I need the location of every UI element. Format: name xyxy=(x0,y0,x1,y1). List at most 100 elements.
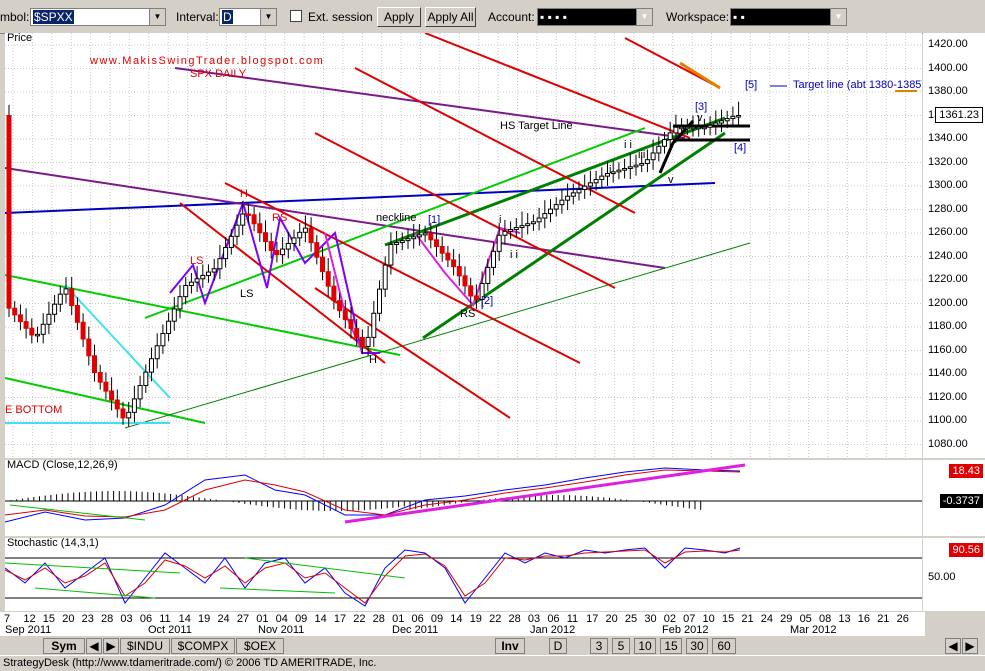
scroll-right-icon[interactable]: ▶ xyxy=(962,638,978,654)
candle-body xyxy=(126,411,132,419)
candle-body xyxy=(542,213,548,219)
symbol-combo[interactable]: $SPXX ▼ xyxy=(30,8,166,26)
candle-body xyxy=(559,199,565,206)
price-tick: 1380.00 xyxy=(928,85,968,97)
price-tick: 1180.00 xyxy=(928,320,967,332)
apply-all-button[interactable]: Apply All xyxy=(425,7,476,27)
stochastic-panel[interactable]: Stochastic (14,3,1) xyxy=(5,538,922,611)
chevron-down-icon[interactable]: ▼ xyxy=(260,9,276,25)
candle-body xyxy=(74,305,80,323)
target-line-label: Target line (abt 1380-1385) xyxy=(793,79,922,91)
price-tick: 1100.00 xyxy=(928,414,967,426)
candle-body xyxy=(730,115,736,120)
long-support-line xyxy=(124,242,751,429)
next-arrow-icon[interactable]: ▶ xyxy=(103,638,119,654)
date-tick: 17 xyxy=(586,613,599,625)
candle-body xyxy=(434,239,439,248)
candle-body xyxy=(302,227,308,233)
current-price-box: 1361.23 xyxy=(935,107,983,123)
tab-inv[interactable]: Inv xyxy=(495,638,525,654)
date-tick: 24 xyxy=(760,613,774,625)
price-tick: 1220.00 xyxy=(928,273,968,285)
candle-body xyxy=(394,242,400,245)
price-label: Price xyxy=(7,33,33,44)
tab-60[interactable]: 60 xyxy=(712,638,736,654)
price-tick: 1340.00 xyxy=(928,132,968,144)
macd-axis: 18.43 -0.3737 xyxy=(923,460,985,536)
date-tick: 13 xyxy=(838,613,851,625)
prev-arrow-icon[interactable]: ◀ xyxy=(86,638,102,654)
candle-body xyxy=(154,345,160,360)
chevron-down-icon[interactable]: ▼ xyxy=(830,9,846,25)
apply-button[interactable]: Apply xyxy=(377,7,421,27)
candle-body xyxy=(291,237,297,244)
tab-sym[interactable]: Sym xyxy=(43,638,85,654)
tab-15[interactable]: 15 xyxy=(660,638,682,654)
neckline-label: neckline xyxy=(376,212,417,224)
account-combo[interactable]: ▪ ▪ ▪ ▪ ▼ xyxy=(537,8,653,26)
month-label: Jan 2012 xyxy=(530,624,576,636)
date-tick: 22 xyxy=(489,613,502,625)
candle-body xyxy=(217,258,223,270)
blog-annotation: www.MakisSwingTrader.blogspot.com xyxy=(90,55,325,67)
candle-body xyxy=(63,288,69,295)
candle-body xyxy=(92,355,97,374)
candle-body xyxy=(468,285,474,297)
candle-body xyxy=(12,307,18,316)
candle-body xyxy=(684,126,690,130)
stochastic-axis: 90.56 50.00 xyxy=(923,538,985,611)
price-chart xyxy=(5,33,922,458)
interval-combo[interactable]: D ▼ xyxy=(219,8,277,26)
date-tick: 23 xyxy=(81,613,94,625)
date-tick: 19 xyxy=(198,613,211,625)
candle-body xyxy=(143,371,149,387)
price-tick: 1280.00 xyxy=(928,202,968,215)
candle-body xyxy=(593,178,599,184)
blue-resistance-line xyxy=(5,182,716,214)
date-tick: 16 xyxy=(857,613,871,625)
workspace-combo[interactable]: ▪ ▪ ▼ xyxy=(730,8,847,26)
tab-30[interactable]: 30 xyxy=(686,638,708,654)
macd-panel[interactable]: MACD (Close,12,26,9) xyxy=(5,460,922,536)
price-tick: 1200.00 xyxy=(928,296,968,309)
candle-body xyxy=(416,234,422,238)
chevron-down-icon[interactable]: ▼ xyxy=(149,9,165,25)
ext-session-checkbox[interactable] xyxy=(290,10,302,22)
candle-body xyxy=(6,115,12,309)
candle-body xyxy=(548,208,553,215)
tab-5[interactable]: 5 xyxy=(612,638,630,654)
price-panel[interactable]: Price www.MakisSwingTrader.blogspot.com … xyxy=(5,33,922,458)
month-label: Dec 2011 xyxy=(392,624,439,636)
candle-body xyxy=(707,124,713,128)
v-label-1: v xyxy=(697,112,703,124)
candle-body xyxy=(263,232,268,243)
candle-body xyxy=(234,224,240,237)
ext-session-label: Ext. session xyxy=(308,10,373,24)
tab-compx[interactable]: $COMPX xyxy=(171,638,235,654)
tab-oex[interactable]: $OEX xyxy=(236,638,284,654)
macd-chart xyxy=(5,463,922,524)
chevron-down-icon[interactable]: ▼ xyxy=(636,9,652,25)
tab-10[interactable]: 10 xyxy=(634,638,656,654)
candle-body xyxy=(160,332,166,347)
symbol-value: $SPXX xyxy=(33,10,74,24)
symbol-label: mbol: xyxy=(0,10,30,24)
price-tick: 1120.00 xyxy=(928,390,967,403)
candle-body xyxy=(200,274,206,280)
candle-body xyxy=(656,145,662,154)
candle-body xyxy=(348,319,354,330)
tab-d[interactable]: D xyxy=(549,638,567,654)
tab-indu[interactable]: $INDU xyxy=(120,638,170,654)
candle-body xyxy=(325,271,331,287)
purple-line-2 xyxy=(174,67,686,139)
candle-body xyxy=(399,240,405,244)
price-axis[interactable]: 1420.001400.001380.001360.001340.001320.… xyxy=(923,33,985,458)
candle-body xyxy=(29,327,35,336)
candle-body xyxy=(245,213,251,217)
tab-3[interactable]: 3 xyxy=(590,638,608,654)
month-label: Sep 2011 xyxy=(5,624,52,636)
scroll-left-icon[interactable]: ◀ xyxy=(945,638,961,654)
cyan-downtrend xyxy=(64,284,171,399)
month-label: Oct 2011 xyxy=(148,624,192,636)
date-tick: 20 xyxy=(605,613,618,625)
